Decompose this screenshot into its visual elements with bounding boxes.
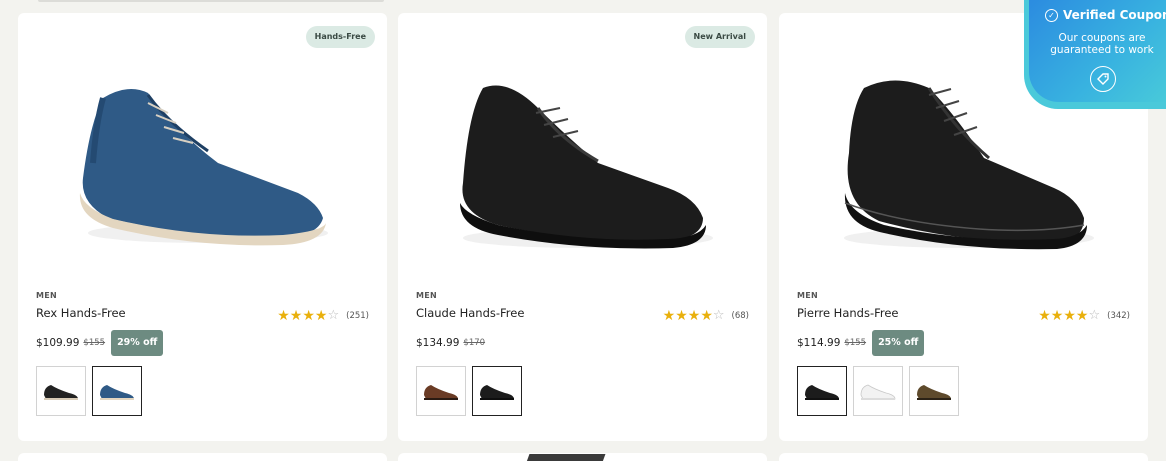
- next-product-card[interactable]: [398, 453, 767, 461]
- star-icon: ★: [1075, 308, 1089, 324]
- next-product-card[interactable]: [18, 453, 387, 461]
- coupon-title: ✓ Verified Coupon: [1045, 8, 1166, 22]
- product-name[interactable]: Rex Hands-Free: [36, 306, 126, 320]
- star-icon: ★: [289, 308, 303, 324]
- previous-row-edge: [38, 0, 384, 2]
- star-icon: ★: [1038, 308, 1051, 324]
- sale-price: $109.99: [36, 337, 80, 349]
- coupon-title-text: Verified Coupon: [1063, 8, 1166, 22]
- product-image[interactable]: [398, 53, 767, 268]
- next-product-card[interactable]: [779, 453, 1148, 461]
- product-category: MEN: [36, 291, 58, 300]
- swatch-olive-brown[interactable]: [909, 366, 959, 416]
- rating-stars: ★ ★ ★ ★ ☆: [1038, 308, 1101, 324]
- rating-count: (68): [731, 311, 749, 321]
- product-card-rex[interactable]: Hands-Free MEN Rex Hands-Free ★ ★ ★ ★ ☆ …: [18, 13, 387, 441]
- swatch-white[interactable]: [853, 366, 903, 416]
- swatch-navy[interactable]: [92, 366, 142, 416]
- price-row: $134.99 $170: [416, 330, 485, 356]
- price-row: $109.99 $155 29% off: [36, 330, 164, 356]
- product-name[interactable]: Pierre Hands-Free: [797, 306, 899, 320]
- star-icon: ★: [662, 308, 676, 324]
- original-price: $155: [83, 338, 106, 348]
- coupon-tag-icon[interactable]: [1090, 66, 1116, 92]
- star-icon: ★: [277, 308, 290, 324]
- color-swatches: [36, 366, 142, 416]
- blue-knit-sneaker-image: [79, 89, 328, 246]
- star-icon: ★: [675, 308, 688, 324]
- rating-stars: ★ ★ ★ ★ ☆: [662, 308, 725, 324]
- verified-coupon-widget[interactable]: ✓ Verified Coupon Our coupons are guaran…: [1024, 0, 1166, 109]
- product-badge: Hands-Free: [305, 26, 375, 48]
- star-icon: ★: [314, 308, 328, 324]
- product-image[interactable]: [18, 53, 387, 268]
- rating-count: (342): [1107, 311, 1130, 321]
- original-price: $170: [463, 338, 486, 348]
- product-rating: ★ ★ ★ ★ ☆ (68): [662, 308, 749, 324]
- star-empty-icon: ☆: [712, 308, 725, 323]
- swatch-black[interactable]: [36, 366, 86, 416]
- product-card-claude[interactable]: New Arrival MEN Claude Hands-Free ★ ★ ★ …: [398, 13, 767, 441]
- original-price: $155: [844, 338, 867, 348]
- star-empty-icon: ☆: [1088, 308, 1101, 323]
- product-image: [526, 454, 606, 461]
- discount-badge: 29% off: [111, 330, 164, 356]
- sale-price: $114.99: [797, 337, 841, 349]
- coupon-subtitle: Our coupons are guaranteed to work: [1050, 32, 1154, 56]
- color-swatches: [797, 366, 959, 416]
- color-swatches: [416, 366, 522, 416]
- black-leather-derby-image: [460, 85, 713, 249]
- rating-count: (251): [346, 311, 369, 321]
- product-rating: ★ ★ ★ ★ ☆ (342): [1038, 308, 1130, 324]
- coupon-panel: ✓ Verified Coupon Our coupons are guaran…: [1029, 0, 1166, 102]
- price-row: $114.99 $155 25% off: [797, 330, 925, 356]
- star-icon: ★: [1050, 308, 1064, 324]
- product-category: MEN: [416, 291, 438, 300]
- star-icon: ★: [1063, 308, 1076, 324]
- rating-stars: ★ ★ ★ ★ ☆: [277, 308, 340, 324]
- discount-badge: 25% off: [872, 330, 925, 356]
- swatch-brown[interactable]: [416, 366, 466, 416]
- star-icon: ★: [302, 308, 315, 324]
- product-rating: ★ ★ ★ ★ ☆ (251): [277, 308, 369, 324]
- swatch-black[interactable]: [472, 366, 522, 416]
- star-icon: ★: [700, 308, 713, 324]
- product-name[interactable]: Claude Hands-Free: [416, 306, 524, 320]
- star-icon: ★: [687, 308, 701, 324]
- product-category: MEN: [797, 291, 819, 300]
- star-empty-icon: ☆: [327, 308, 340, 323]
- product-badge: New Arrival: [684, 26, 755, 48]
- check-circle-icon: ✓: [1045, 8, 1058, 22]
- sale-price: $134.99: [416, 337, 460, 349]
- swatch-black[interactable]: [797, 366, 847, 416]
